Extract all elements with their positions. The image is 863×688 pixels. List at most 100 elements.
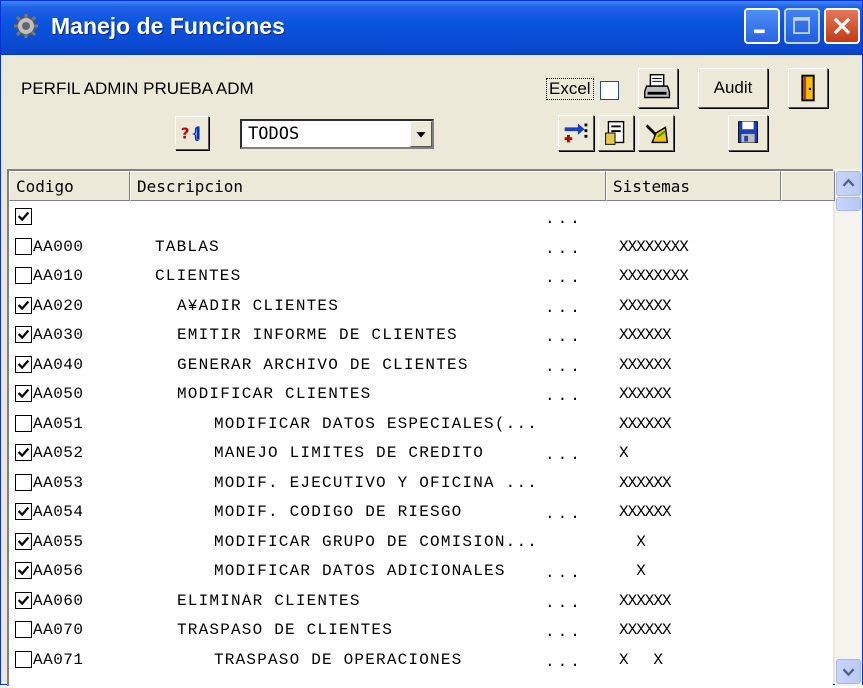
table-row[interactable]: AA052 MANEJO LIMITES DE CREDITO... X (9, 441, 835, 467)
row-ellipsis: ... (545, 210, 583, 228)
print-button[interactable] (638, 68, 678, 108)
functions-grid[interactable]: Codigo Descripcion Sistemas ... AA000 TABL… (7, 169, 835, 686)
audit-button[interactable]: Audit (698, 68, 768, 108)
chevron-down-icon (842, 668, 855, 677)
row-description: MODIF. CODIGO DE RIESGO (214, 503, 463, 521)
row-checkbox[interactable] (15, 621, 32, 638)
row-checkbox[interactable] (15, 296, 32, 314)
row-sistemas: XXXXXX (619, 591, 672, 610)
table-row[interactable]: AA010 CLIENTES... XXXXXXXX (9, 264, 835, 290)
close-button[interactable] (824, 8, 860, 44)
save-disk-icon (738, 121, 758, 143)
row-ellipsis: ... (545, 328, 583, 346)
row-checkbox[interactable] (15, 414, 32, 432)
column-header-sistemas[interactable]: Sistemas (606, 171, 781, 201)
row-description: MODIFICAR CLIENTES (177, 385, 372, 403)
row-description: MODIFICAR DATOS ESPECIALES(... (214, 414, 539, 433)
row-ellipsis: ... (545, 652, 583, 671)
checkmark-icon (17, 595, 30, 605)
table-row[interactable]: AA060 ELIMINAR CLIENTES... XXXXXX (9, 589, 835, 615)
row-checkbox[interactable] (15, 650, 32, 668)
maximize-button[interactable] (784, 8, 820, 44)
table-row[interactable]: AA053 MODIF. EJECUTIVO Y OFICINA ... XXXXX… (9, 471, 835, 497)
checkmark-icon (17, 447, 30, 458)
row-sistemas: XXXXXXXX (619, 267, 689, 285)
row-code: AA071 (33, 650, 84, 669)
table-row[interactable]: AA055 MODIFICAR GRUPO DE COMISION... X (9, 530, 835, 556)
row-sistemas: XXXXXX (619, 385, 672, 403)
table-row[interactable]: AA070 TRASPASO DE CLIENTES... XXXXXX (9, 618, 835, 644)
column-header-codigo[interactable]: Codigo (9, 171, 130, 201)
row-description: TABLAS (155, 237, 220, 256)
title-bar[interactable]: Manejo de Funciones (1, 1, 862, 55)
table-row[interactable]: AA000 TABLAS... XXXXXXXX (9, 235, 835, 261)
row-code: AA000 (33, 237, 84, 256)
checkmark-icon (17, 211, 30, 222)
profile-label: PERFIL ADMIN PRUEBA ADM (21, 79, 254, 98)
row-sistemas: X X (619, 650, 663, 669)
chevron-down-icon[interactable] (410, 121, 432, 147)
row-description: MODIFICAR GRUPO DE COMISION... (214, 532, 539, 551)
row-description: MODIF. EJECUTIVO Y OFICINA ... (214, 473, 539, 492)
row-checkbox[interactable] (15, 473, 32, 491)
row-checkbox[interactable] (15, 532, 32, 550)
row-checkbox[interactable] (15, 355, 32, 373)
save-button[interactable] (728, 115, 768, 151)
scroll-thumb[interactable] (836, 197, 861, 211)
row-description: EMITIR INFORME DE CLIENTES (177, 326, 458, 344)
table-row[interactable]: ... (9, 205, 835, 231)
table-row[interactable]: AA030 EMITIR INFORME DE CLIENTES... XXXXXX (9, 323, 835, 349)
table-row[interactable]: AA040 GENERAR ARCHIVO DE CLIENTES... XXXXX… (9, 353, 835, 379)
table-row[interactable]: AA020 A¥ADIR CLIENTES... XXXXXX (9, 294, 835, 320)
checkmark-icon (17, 388, 30, 399)
vertical-scrollbar[interactable] (835, 169, 862, 686)
row-code: AA051 (33, 414, 84, 433)
row-code: AA060 (33, 591, 84, 610)
clear-button[interactable] (638, 115, 674, 151)
excel-checkbox[interactable] (600, 81, 619, 100)
row-checkbox[interactable] (15, 503, 32, 520)
row-checkbox[interactable] (15, 326, 32, 343)
row-checkbox[interactable] (15, 591, 32, 609)
row-ellipsis: ... (545, 446, 583, 464)
row-sistemas: XXXXXX (619, 473, 672, 492)
row-ellipsis: ... (545, 623, 583, 641)
table-row[interactable]: AA051 MODIFICAR DATOS ESPECIALES(... XXXXX… (9, 412, 835, 438)
row-ellipsis: ... (545, 593, 583, 612)
row-sistemas: XXXXXX (619, 296, 672, 315)
row-checkbox[interactable] (15, 267, 32, 284)
scroll-down-button[interactable] (836, 659, 861, 684)
help-icon: ? { (181, 125, 200, 143)
exit-button[interactable] (788, 68, 828, 108)
row-checkbox[interactable] (15, 237, 32, 255)
chevron-up-icon (842, 178, 855, 187)
row-description: CLIENTES (155, 267, 242, 285)
row-code: AA010 (33, 267, 84, 285)
filter-dropdown[interactable]: TODOS (240, 119, 434, 149)
document-button[interactable] (598, 115, 634, 151)
row-checkbox[interactable] (15, 385, 32, 402)
column-header-empty (781, 171, 835, 201)
row-checkbox[interactable] (15, 444, 32, 461)
row-code: AA020 (33, 296, 84, 315)
broom-icon (645, 124, 669, 144)
column-header-descripcion[interactable]: Descripcion (130, 171, 606, 201)
transfer-button[interactable] (558, 115, 594, 151)
row-checkbox[interactable] (15, 562, 32, 579)
checkmark-icon (17, 506, 30, 517)
table-row[interactable]: AA056 MODIFICAR DATOS ADICIONALES... X (9, 559, 835, 585)
table-row[interactable]: AA071 TRASPASO DE OPERACIONES... X X (9, 648, 835, 674)
minimize-button[interactable] (744, 8, 780, 44)
table-row[interactable]: AA054 MODIF. CODIGO DE RIESGO... XXXXXX (9, 500, 835, 526)
row-ellipsis: ... (545, 269, 583, 287)
scroll-up-button[interactable] (836, 171, 861, 196)
svg-text:?: ? (181, 125, 190, 143)
help-button[interactable]: ? { (175, 116, 209, 150)
row-checkbox[interactable] (15, 208, 32, 225)
grid-header: Codigo Descripcion Sistemas (9, 171, 835, 201)
table-row[interactable]: AA050 MODIFICAR CLIENTES... XXXXXX (9, 382, 835, 408)
row-description: ELIMINAR CLIENTES (177, 591, 361, 610)
row-sistemas: XXXXXX (619, 414, 672, 433)
checkmark-icon (17, 359, 30, 369)
row-ellipsis: ... (545, 564, 583, 582)
